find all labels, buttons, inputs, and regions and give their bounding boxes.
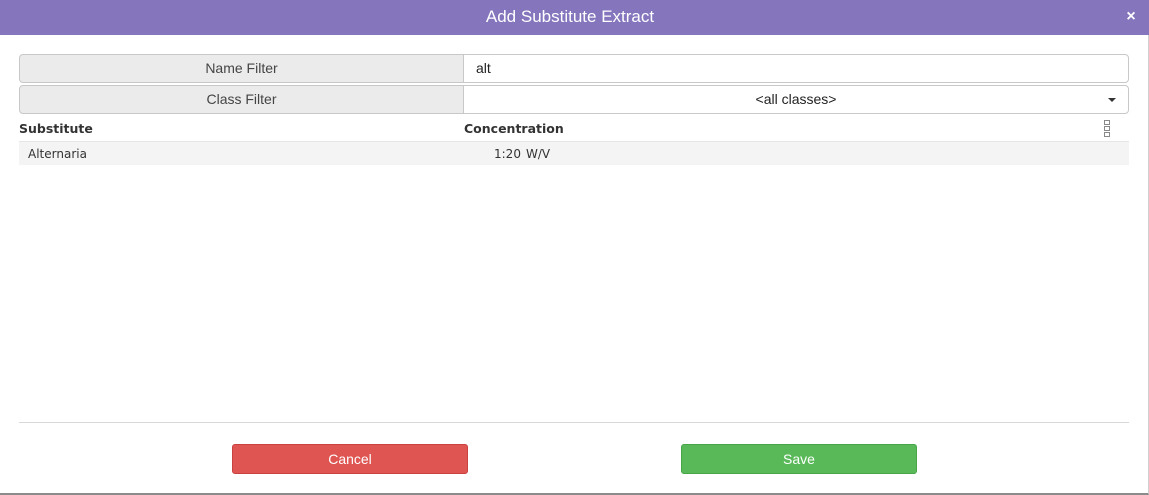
class-filter-row: Class Filter <all classes> bbox=[19, 85, 1129, 114]
dialog-titlebar: Add Substitute Extract × bbox=[0, 0, 1149, 35]
class-filter-select[interactable]: <all classes> bbox=[463, 85, 1129, 114]
dialog-title: Add Substitute Extract bbox=[485, 7, 655, 26]
name-filter-input[interactable]: alt bbox=[463, 54, 1129, 83]
cancel-button[interactable]: Cancel bbox=[232, 444, 468, 474]
table-row[interactable]: Alternaria 1:20 W/V bbox=[19, 142, 1129, 165]
name-filter-row: Name Filter alt bbox=[19, 54, 1129, 83]
close-icon[interactable]: × bbox=[1124, 8, 1138, 25]
column-header-concentration[interactable]: Concentration bbox=[464, 121, 564, 136]
cell-substitute: Alternaria bbox=[28, 147, 87, 161]
grid-header: Substitute Concentration bbox=[19, 116, 1129, 142]
cell-concentration: 1:20 bbox=[494, 147, 521, 161]
chevron-down-icon bbox=[1108, 98, 1116, 102]
save-button[interactable]: Save bbox=[681, 444, 917, 474]
cell-concentration-unit: W/V bbox=[526, 147, 551, 161]
name-filter-label: Name Filter bbox=[19, 54, 464, 83]
column-menu-icon[interactable] bbox=[1104, 120, 1110, 137]
class-filter-label: Class Filter bbox=[19, 85, 464, 114]
class-filter-value: <all classes> bbox=[755, 91, 837, 107]
add-substitute-extract-dialog: Add Substitute Extract × Name Filter alt… bbox=[0, 0, 1149, 495]
footer-divider bbox=[19, 422, 1129, 423]
column-header-substitute[interactable]: Substitute bbox=[19, 121, 93, 136]
